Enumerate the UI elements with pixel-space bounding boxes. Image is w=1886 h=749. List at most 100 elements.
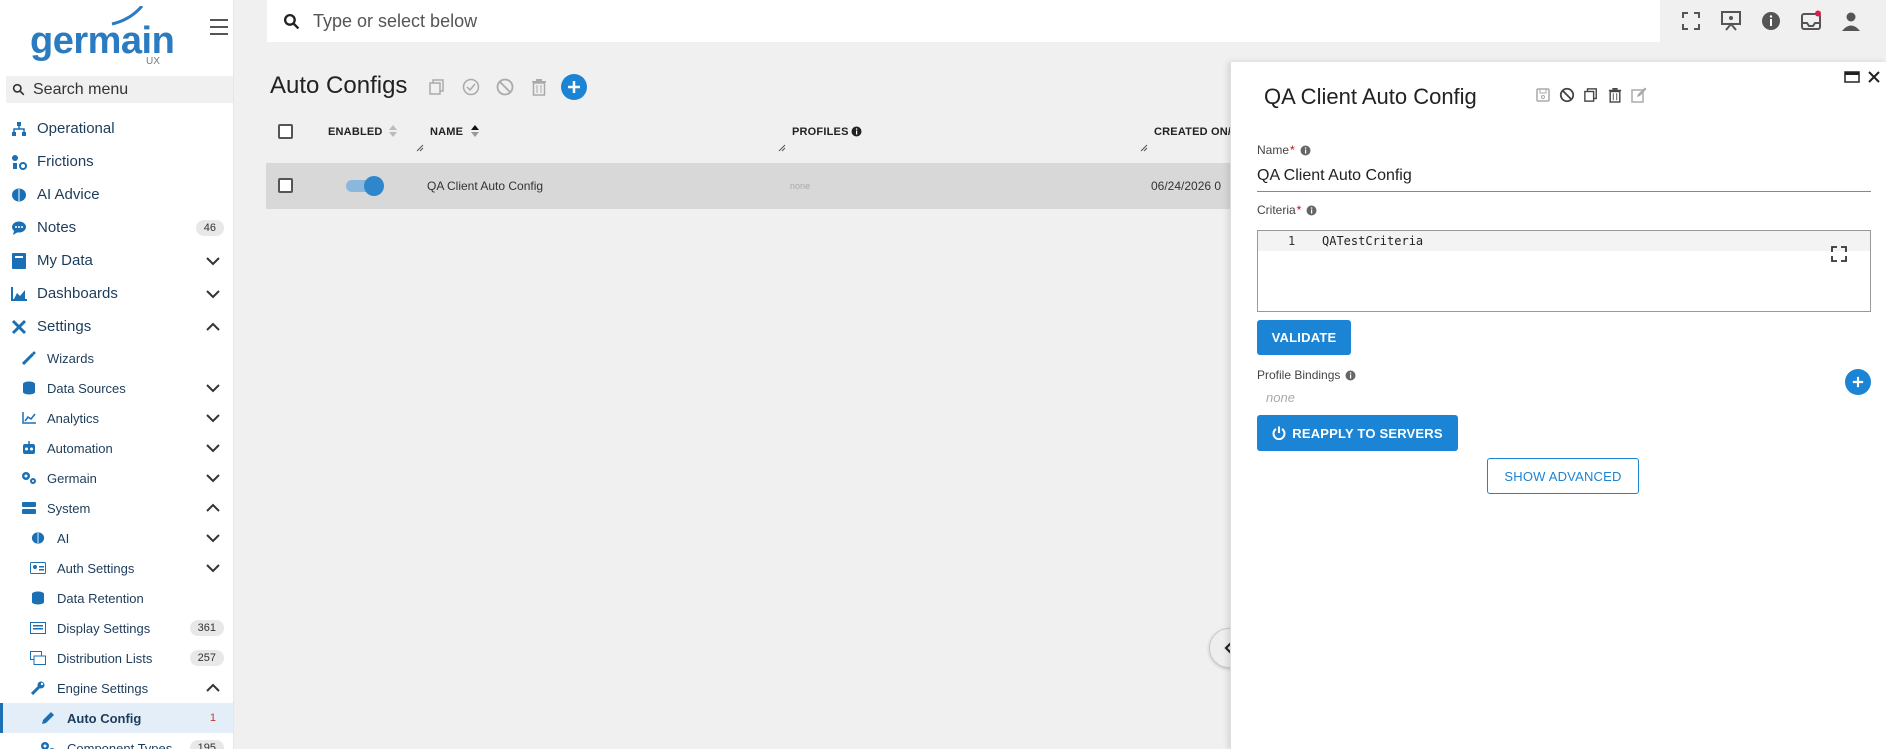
germain-logo[interactable]: germain UX: [28, 6, 175, 67]
chevron-down-icon[interactable]: [206, 383, 220, 393]
sidebar-item-label: AI Advice: [37, 186, 100, 203]
select-all-checkbox[interactable]: [278, 124, 293, 139]
chevron-down-icon[interactable]: [206, 413, 220, 423]
close-button[interactable]: [1865, 68, 1883, 86]
column-header-name[interactable]: NAME: [430, 126, 463, 138]
copy-button[interactable]: [1582, 86, 1600, 104]
chevron-down-icon[interactable]: [206, 256, 220, 266]
sidebar-item-germain[interactable]: Germain: [0, 463, 233, 493]
sort-ascending-icon[interactable]: [470, 124, 480, 138]
add-profile-binding-button[interactable]: [1845, 369, 1871, 395]
column-resize-handle[interactable]: [778, 144, 786, 152]
row-name[interactable]: QA Client Auto Config: [427, 179, 543, 193]
sidebar-item-frictions[interactable]: Frictions: [0, 145, 233, 178]
sidebar-item-label: Data Sources: [47, 380, 126, 396]
sidebar-item-auto-config[interactable]: Auto Config 1: [0, 703, 233, 733]
cogs-icon: [21, 470, 37, 486]
sidebar-item-operational[interactable]: Operational: [0, 112, 233, 145]
add-auto-config-button[interactable]: [561, 74, 587, 100]
code-line[interactable]: QATestCriteria: [1322, 234, 1423, 248]
sidebar-item-data-sources[interactable]: Data Sources: [0, 373, 233, 403]
presentation-icon[interactable]: [1720, 10, 1742, 32]
delete-button[interactable]: [527, 75, 551, 99]
chevron-down-icon[interactable]: [206, 473, 220, 483]
info-icon: [1345, 370, 1356, 380]
user-avatar-icon[interactable]: [1840, 10, 1862, 32]
column-header-profiles[interactable]: PROFILES: [792, 126, 849, 138]
chevron-down-icon[interactable]: [206, 563, 220, 573]
inbox-icon[interactable]: [1800, 10, 1822, 32]
logo-sub: UX: [146, 56, 160, 67]
sidebar-item-label: Auth Settings: [57, 560, 135, 576]
wand-icon: [21, 350, 37, 366]
sidebar-item-component-types[interactable]: Component Types 195: [0, 733, 233, 749]
info-icon[interactable]: [1760, 10, 1782, 32]
sidebar-item-system[interactable]: System: [0, 493, 233, 523]
sidebar-item-automation[interactable]: Automation: [0, 433, 233, 463]
disable-button[interactable]: [493, 75, 517, 99]
sidebar-item-ai[interactable]: AI: [0, 523, 233, 553]
enable-button[interactable]: [459, 75, 483, 99]
sidebar-item-label: Component Types: [67, 740, 173, 749]
sidebar-item-display-settings[interactable]: Display Settings 361: [0, 613, 233, 643]
search-icon: [12, 83, 25, 96]
sidebar-item-label: Settings: [37, 318, 92, 335]
edit-button[interactable]: [1630, 86, 1648, 104]
criteria-code-editor[interactable]: 1 QATestCriteria: [1257, 230, 1871, 312]
global-search-bar[interactable]: Type or select below: [267, 0, 1660, 42]
sitemap-icon: [11, 121, 27, 137]
copy-button[interactable]: [425, 75, 449, 99]
sidebar-item-wizards[interactable]: Wizards: [0, 343, 233, 373]
fullscreen-icon[interactable]: [1680, 10, 1702, 32]
row-select-checkbox[interactable]: [278, 178, 293, 193]
sidebar-item-distribution-lists[interactable]: Distribution Lists 257: [0, 643, 233, 673]
book-icon: [11, 252, 27, 269]
notes-count-badge: 46: [195, 219, 224, 236]
table-row[interactable]: QA Client Auto Config none 06/24/2026 0: [266, 163, 1236, 209]
chevron-up-icon[interactable]: [206, 322, 220, 332]
brain-icon: [30, 530, 46, 546]
expand-editor-icon[interactable]: [1830, 245, 1848, 263]
name-field[interactable]: QA Client Auto Config: [1257, 164, 1871, 192]
sidebar-item-dashboards[interactable]: Dashboards: [0, 277, 233, 310]
save-button[interactable]: [1534, 86, 1552, 104]
column-header-enabled[interactable]: ENABLED: [328, 126, 383, 138]
chevron-up-icon[interactable]: [206, 683, 220, 693]
validate-button[interactable]: VALIDATE: [1257, 320, 1351, 355]
chevron-down-icon[interactable]: [206, 289, 220, 299]
enabled-toggle[interactable]: [346, 176, 384, 196]
disable-button[interactable]: [1558, 86, 1576, 104]
search-menu-input[interactable]: Search menu: [6, 76, 233, 103]
profile-bindings-label: Profile Bindings: [1257, 368, 1356, 382]
sidebar-item-settings[interactable]: Settings: [0, 310, 233, 343]
sidebar-item-label: Auto Config: [67, 710, 142, 726]
info-icon: [1300, 145, 1311, 155]
line-number: 1: [1288, 234, 1296, 248]
hamburger-menu-icon[interactable]: [210, 16, 233, 36]
column-header-created-on[interactable]: CREATED ON/: [1154, 126, 1231, 138]
delete-button[interactable]: [1606, 86, 1624, 104]
chevron-down-icon[interactable]: [206, 533, 220, 543]
criteria-label-text: Criteria: [1257, 203, 1296, 217]
component-types-count-badge: 195: [189, 740, 224, 749]
sidebar-item-data-retention[interactable]: Data Retention: [0, 583, 233, 613]
sort-icon[interactable]: [388, 124, 398, 138]
chevron-down-icon[interactable]: [206, 443, 220, 453]
sidebar-item-my-data[interactable]: My Data: [0, 244, 233, 277]
chevron-up-icon[interactable]: [206, 503, 220, 513]
comment-icon: [11, 220, 27, 236]
sidebar-item-analytics[interactable]: Analytics: [0, 403, 233, 433]
sidebar-item-label: Distribution Lists: [57, 650, 153, 666]
maximize-button[interactable]: [1843, 68, 1861, 86]
sidebar-item-auth-settings[interactable]: Auth Settings: [0, 553, 233, 583]
column-resize-handle[interactable]: [1140, 144, 1148, 152]
column-resize-handle[interactable]: [416, 144, 424, 152]
cogs-icon: [40, 740, 56, 749]
reapply-to-servers-button[interactable]: REAPPLY TO SERVERS: [1257, 415, 1458, 451]
sidebar-item-ai-advice[interactable]: AI Advice: [0, 178, 233, 211]
auto-config-count-badge: 1: [209, 712, 216, 724]
sidebar-item-engine-settings[interactable]: Engine Settings: [0, 673, 233, 703]
auto-configs-table: ENABLED NAME PROFILES CREATED ON/ QA Cli…: [266, 112, 1236, 209]
show-advanced-button[interactable]: SHOW ADVANCED: [1487, 458, 1639, 494]
sidebar-item-notes[interactable]: Notes 46: [0, 211, 233, 244]
